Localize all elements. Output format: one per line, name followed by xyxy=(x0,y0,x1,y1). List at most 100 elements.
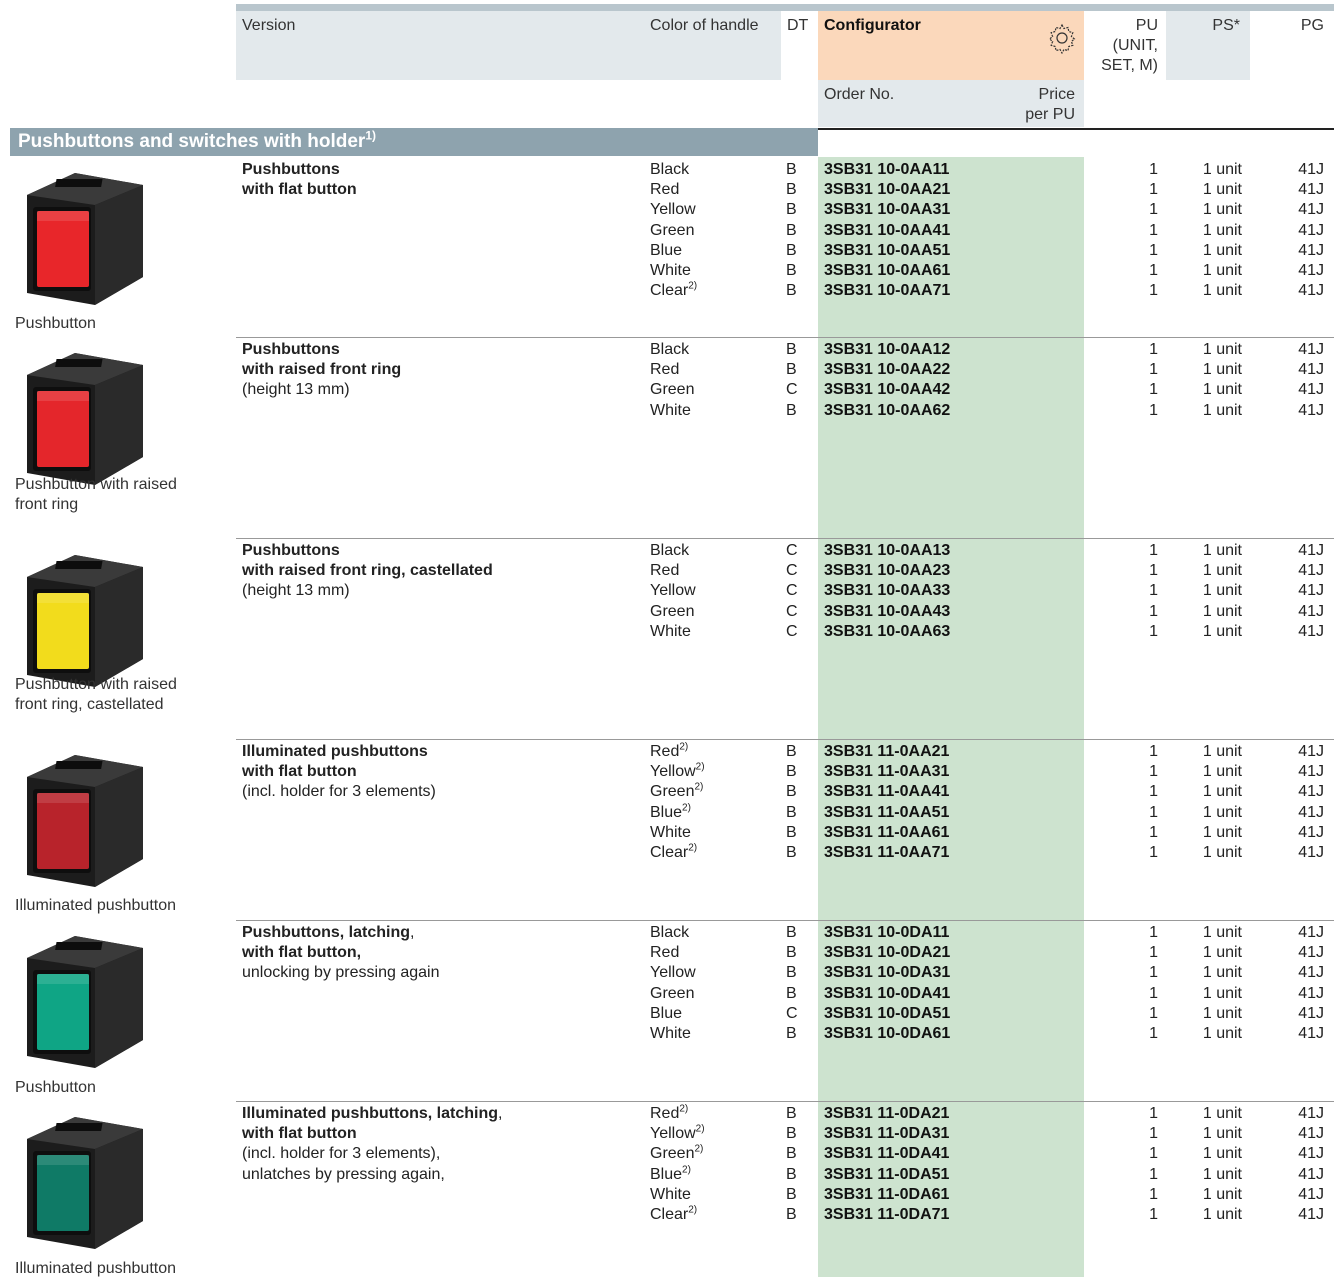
color-name: White xyxy=(650,1025,691,1042)
price-group: 41J xyxy=(1298,944,1324,962)
order-number[interactable]: 3SB31 10-0AA63 xyxy=(824,622,950,642)
order-number[interactable]: 3SB31 11-0AA31 xyxy=(824,762,949,782)
order-number[interactable]: 3SB31 11-0DA31 xyxy=(824,1124,949,1144)
footnote-ref: 2) xyxy=(694,1144,704,1156)
color-of-handle: Green xyxy=(650,984,694,1004)
color-name: Yellow xyxy=(650,964,696,982)
product-description-bold: Pushbuttons, latching, xyxy=(242,923,414,943)
order-number[interactable]: 3SB31 10-0AA13 xyxy=(824,541,950,561)
order-number[interactable]: 3SB31 11-0DA51 xyxy=(824,1165,949,1185)
order-number[interactable]: 3SB31 10-0AA23 xyxy=(824,561,950,581)
price-group: 41J xyxy=(1298,341,1324,358)
order-number[interactable]: 3SB31 10-0AA42 xyxy=(824,380,950,400)
order-number[interactable]: 3SB31 10-0AA41 xyxy=(824,221,950,241)
product-description: unlocking by pressing again xyxy=(242,964,440,982)
header-version-bg xyxy=(236,11,644,80)
order-number[interactable]: 3SB31 10-0DA61 xyxy=(824,1024,950,1044)
footnote-ref: 2) xyxy=(682,802,691,814)
order-number[interactable]: 3SB31 10-0AA51 xyxy=(824,241,950,261)
order-number[interactable]: 3SB31 11-0AA71 xyxy=(824,843,949,863)
order-number[interactable]: 3SB31 10-0AA31 xyxy=(824,200,950,220)
order-number[interactable]: 3SB31 11-0AA21 xyxy=(824,742,949,762)
order-number[interactable]: 3SB31 10-0AA71 xyxy=(824,281,950,301)
price-group: 41J xyxy=(1298,1105,1324,1122)
price-group: 41J xyxy=(1298,1165,1324,1183)
order-number[interactable]: 3SB31 10-0DA41 xyxy=(824,984,950,1004)
delivery-time: B xyxy=(786,1145,797,1163)
packaging-unit: 1 xyxy=(1149,1125,1158,1143)
order-number[interactable]: 3SB31 10-0AA43 xyxy=(824,602,950,622)
image-caption: Pushbutton with raised xyxy=(15,476,177,493)
packaging-size: 1 unit xyxy=(1202,964,1242,982)
order-number[interactable]: 3SB31 11-0AA41 xyxy=(824,782,949,802)
footnote-ref: 2) xyxy=(695,1123,705,1135)
color-name: Red xyxy=(650,181,680,199)
delivery-time: B xyxy=(786,282,797,300)
order-number[interactable]: 3SB31 11-0DA41 xyxy=(824,1144,949,1164)
packaging-unit: 1 xyxy=(1149,201,1158,219)
price-group: 41J xyxy=(1298,1145,1324,1163)
color-of-handle: Black xyxy=(650,923,689,943)
header-price-line2: per PU xyxy=(1025,106,1075,123)
order-number[interactable]: 3SB31 10-0AA62 xyxy=(824,401,950,421)
delivery-time: B xyxy=(786,341,797,358)
color-name: Yellow xyxy=(650,1125,696,1143)
description-text: Illuminated pushbuttons, latching xyxy=(242,1105,498,1122)
packaging-unit: 1 xyxy=(1149,381,1158,399)
delivery-time: B xyxy=(786,743,797,760)
packaging-size: 1 unit xyxy=(1202,763,1242,781)
header-top-rule xyxy=(236,4,1334,11)
color-of-handle: Clear2) xyxy=(650,1205,697,1225)
packaging-size: 1 unit xyxy=(1202,381,1242,399)
color-name: Red xyxy=(650,944,680,962)
order-number[interactable]: 3SB31 11-0AA61 xyxy=(824,823,949,843)
header-configurator[interactable]: Configurator xyxy=(824,16,921,36)
color-of-handle: White xyxy=(650,622,691,642)
order-number[interactable]: 3SB31 10-0AA21 xyxy=(824,180,950,200)
color-name: Blue xyxy=(650,1165,683,1183)
order-number[interactable]: 3SB31 10-0DA51 xyxy=(824,1004,950,1024)
group-divider xyxy=(236,337,1334,338)
color-name: Green xyxy=(650,1145,695,1163)
packaging-size: 1 unit xyxy=(1202,341,1242,358)
packaging-size: 1 unit xyxy=(1202,602,1242,620)
order-number[interactable]: 3SB31 11-0AA51 xyxy=(824,803,949,823)
color-name: Green xyxy=(650,783,695,801)
delivery-time: B xyxy=(786,221,797,239)
color-of-handle: Clear2) xyxy=(650,281,697,301)
color-name: White xyxy=(650,262,691,279)
product-image xyxy=(15,928,150,1073)
color-of-handle: Red xyxy=(650,360,679,380)
order-number[interactable]: 3SB31 10-0DA11 xyxy=(824,923,949,943)
product-description-bold: with flat button xyxy=(242,1124,357,1144)
packaging-size: 1 unit xyxy=(1202,361,1242,379)
order-number[interactable]: 3SB31 10-0AA61 xyxy=(824,261,950,281)
price-group: 41J xyxy=(1298,221,1324,239)
product-description: (height 13 mm) xyxy=(242,582,350,600)
order-number[interactable]: 3SB31 10-0AA33 xyxy=(824,581,950,601)
delivery-time: B xyxy=(786,1185,797,1203)
order-number[interactable]: 3SB31 11-0DA71 xyxy=(824,1205,949,1225)
image-caption: Illuminated pushbutton xyxy=(15,897,176,914)
description-text: with flat button xyxy=(242,763,357,781)
order-number[interactable]: 3SB31 10-0AA12 xyxy=(824,340,950,360)
order-number[interactable]: 3SB31 10-0AA11 xyxy=(824,160,949,180)
gear-icon[interactable] xyxy=(1046,22,1078,55)
order-number[interactable]: 3SB31 11-0DA21 xyxy=(824,1104,949,1124)
group-divider xyxy=(236,538,1334,539)
group-divider xyxy=(236,920,1334,921)
color-of-handle: Black xyxy=(650,340,689,360)
delivery-time: B xyxy=(786,984,797,1002)
price-group: 41J xyxy=(1298,241,1324,259)
description-text: Pushbuttons, latching xyxy=(242,924,410,941)
packaging-unit: 1 xyxy=(1149,341,1158,358)
packaging-unit: 1 xyxy=(1149,401,1158,419)
order-number[interactable]: 3SB31 10-0AA22 xyxy=(824,360,950,380)
description-text: with flat button xyxy=(242,181,357,199)
header-pu-line1: PU xyxy=(1135,17,1158,34)
packaging-size: 1 unit xyxy=(1202,241,1242,259)
order-number[interactable]: 3SB31 10-0DA31 xyxy=(824,963,950,983)
color-name: Clear xyxy=(650,1206,689,1223)
order-number[interactable]: 3SB31 10-0DA21 xyxy=(824,943,950,963)
order-number[interactable]: 3SB31 11-0DA61 xyxy=(824,1185,949,1205)
